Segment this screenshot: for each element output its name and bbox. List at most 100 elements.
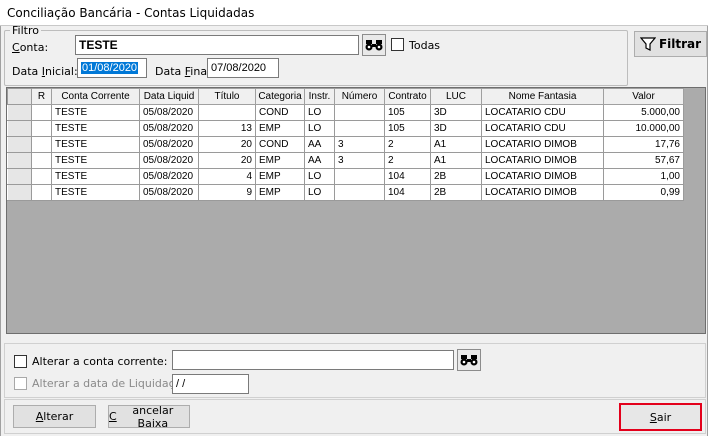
alterar-data-input[interactable]: / /: [172, 374, 249, 394]
table-row[interactable]: TESTE 05/08/2020 13 EMP LO 105 3D LOCATA…: [7, 120, 684, 137]
row-selector[interactable]: [7, 168, 32, 185]
cell-instr: AA: [304, 136, 335, 153]
cell-categoria: EMP: [255, 152, 305, 169]
conta-search-button[interactable]: [362, 34, 386, 56]
data-inicial-value: 01/08/2020: [81, 62, 139, 74]
cell-titulo: 13: [198, 120, 256, 137]
cell-r: [31, 136, 52, 153]
contas-grid[interactable]: R Conta Corrente Data Liquid Título Cate…: [6, 87, 706, 334]
column-header[interactable]: R: [31, 88, 52, 105]
table-row[interactable]: TESTE 05/08/2020 20 COND AA 3 2 A1 LOCAT…: [7, 136, 684, 153]
cell-valor: 1,00: [603, 168, 684, 185]
alterar-conta-checkbox[interactable]: [14, 355, 27, 368]
filtrar-button[interactable]: Filtrar: [634, 31, 707, 57]
cell-categoria: EMP: [255, 168, 305, 185]
cell-data: 05/08/2020: [139, 136, 199, 153]
cell-conta: TESTE: [51, 104, 140, 121]
cell-titulo: 4: [198, 168, 256, 185]
cell-data: 05/08/2020: [139, 120, 199, 137]
cell-conta: TESTE: [51, 168, 140, 185]
cell-titulo: 9: [198, 184, 256, 201]
row-selector[interactable]: [7, 136, 32, 153]
cell-valor: 10.000,00: [603, 120, 684, 137]
cell-r: [31, 120, 52, 137]
cell-titulo: 20: [198, 152, 256, 169]
cell-luc: 2B: [430, 184, 482, 201]
cell-nome-fantasia: LOCATARIO DIMOB: [481, 152, 604, 169]
cell-numero: 3: [334, 152, 385, 169]
cell-data: 05/08/2020: [139, 168, 199, 185]
cell-data: 05/08/2020: [139, 184, 199, 201]
column-header[interactable]: LUC: [430, 88, 482, 105]
cell-data: 05/08/2020: [139, 152, 199, 169]
binoculars-icon: [460, 355, 478, 366]
cell-numero: [334, 104, 385, 121]
row-indicator-header: [7, 88, 32, 105]
row-selector[interactable]: [7, 104, 32, 121]
cell-contrato: 104: [384, 168, 431, 185]
cell-conta: TESTE: [51, 184, 140, 201]
row-selector[interactable]: [7, 120, 32, 137]
alterar-conta-search-button[interactable]: [457, 349, 481, 371]
todas-label: Todas: [409, 39, 441, 52]
data-final-input[interactable]: 07/08/2020: [207, 58, 279, 78]
filtro-legend: Filtro: [12, 24, 39, 37]
window-title: Conciliação Bancária - Contas Liquidadas: [0, 0, 708, 26]
cell-titulo: 20: [198, 136, 256, 153]
data-inicial-label: Data Inicial:: [12, 65, 78, 78]
cell-contrato: 2: [384, 136, 431, 153]
cell-r: [31, 184, 52, 201]
alterar-button[interactable]: Alterar: [13, 405, 96, 428]
cell-luc: 2B: [430, 168, 482, 185]
cell-categoria: COND: [255, 104, 305, 121]
cell-nome-fantasia: LOCATARIO DIMOB: [481, 168, 604, 185]
window-frame-left: [0, 26, 1, 436]
column-header[interactable]: Valor: [603, 88, 684, 105]
cell-numero: [334, 120, 385, 137]
column-header[interactable]: Título: [198, 88, 256, 105]
cell-data: 05/08/2020: [139, 104, 199, 121]
data-inicial-input[interactable]: 01/08/2020: [77, 58, 147, 78]
table-row[interactable]: TESTE 05/08/2020 4 EMP LO 104 2B LOCATAR…: [7, 168, 684, 185]
cell-numero: 3: [334, 136, 385, 153]
cell-nome-fantasia: LOCATARIO DIMOB: [481, 184, 604, 201]
conta-label: Conta:: [12, 41, 49, 54]
cell-nome-fantasia: LOCATARIO DIMOB: [481, 136, 604, 153]
cell-r: [31, 104, 52, 121]
alterar-conta-input[interactable]: [172, 350, 454, 370]
row-selector[interactable]: [7, 152, 32, 169]
cell-nome-fantasia: LOCATARIO CDU: [481, 104, 604, 121]
row-selector[interactable]: [7, 184, 32, 201]
column-header[interactable]: Categoria: [255, 88, 305, 105]
column-header[interactable]: Data Liquid: [139, 88, 199, 105]
table-row[interactable]: TESTE 05/08/2020 20 EMP AA 3 2 A1 LOCATA…: [7, 152, 684, 169]
column-header[interactable]: Conta Corrente: [51, 88, 140, 105]
cell-luc: A1: [430, 152, 482, 169]
sair-button[interactable]: Sair: [619, 403, 702, 431]
cell-categoria: EMP: [255, 184, 305, 201]
cell-conta: TESTE: [51, 120, 140, 137]
cell-contrato: 105: [384, 120, 431, 137]
cancelar-baixa-button[interactable]: Cancelar Baixa: [108, 404, 190, 430]
column-header[interactable]: Nome Fantasia: [481, 88, 604, 105]
cell-instr: LO: [304, 120, 335, 137]
alterar-data-checkbox[interactable]: [14, 377, 27, 390]
cell-instr: LO: [304, 168, 335, 185]
table-row[interactable]: TESTE 05/08/2020 COND LO 105 3D LOCATARI…: [7, 104, 684, 121]
column-header[interactable]: Contrato: [384, 88, 431, 105]
cell-valor: 17,76: [603, 136, 684, 153]
column-header[interactable]: Instr.: [304, 88, 335, 105]
column-header[interactable]: Número: [334, 88, 385, 105]
table-row[interactable]: TESTE 05/08/2020 9 EMP LO 104 2B LOCATAR…: [7, 184, 684, 201]
cell-contrato: 105: [384, 104, 431, 121]
cell-numero: [334, 184, 385, 201]
data-final-label: Data Final:: [155, 65, 214, 78]
cell-categoria: EMP: [255, 120, 305, 137]
todas-checkbox[interactable]: [391, 38, 404, 51]
conta-input[interactable]: TESTE: [75, 35, 359, 55]
cell-luc: 3D: [430, 120, 482, 137]
cell-numero: [334, 168, 385, 185]
cell-contrato: 104: [384, 184, 431, 201]
binoculars-icon: [365, 40, 383, 51]
cell-conta: TESTE: [51, 136, 140, 153]
